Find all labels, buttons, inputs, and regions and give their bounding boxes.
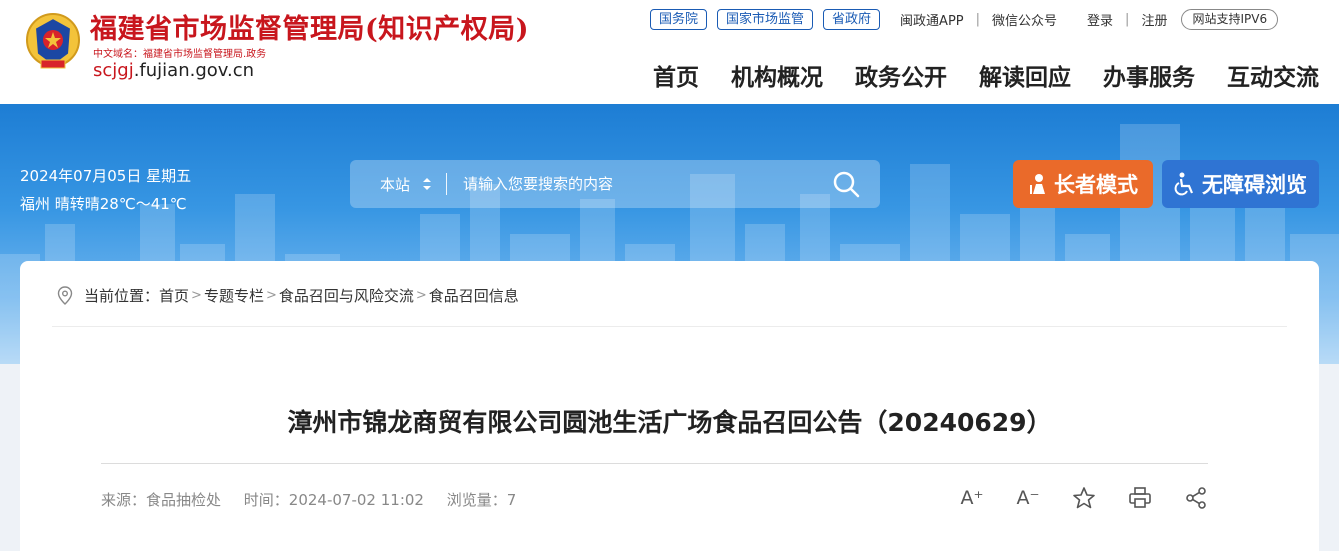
breadcrumb-separator: > [415,288,427,303]
wheelchair-icon [1174,172,1194,196]
register-link[interactable]: 注册 [1141,10,1167,29]
login-link[interactable]: 登录 [1087,10,1113,29]
breadcrumb-food-recall-info[interactable]: 食品召回信息 [429,285,519,306]
search-input[interactable] [461,174,802,194]
article-time: 时间：2024-07-02 11:02 [243,491,424,509]
breadcrumb-food-recall-risk[interactable]: 食品召回与风险交流 [279,285,414,306]
english-domain: scjgj.fujian.gov.cn [93,60,254,81]
breadcrumb-separator: > [265,288,277,303]
article-views: 浏览量：7 [446,491,517,509]
print-icon[interactable] [1127,485,1153,511]
divider [52,326,1287,327]
site-name[interactable]: 福建省市场监督管理局(知识产权局) [90,7,529,46]
ipv6-badge: 网站支持IPV6 [1181,8,1279,30]
market-supervision-emblem-icon [26,13,80,69]
link-state-council[interactable]: 国务院 [650,8,708,30]
search-bar: 本站 [350,160,880,208]
chinese-domain: 中文域名：福建省市场监督管理局.政务 [93,49,267,60]
breadcrumb-special-topics[interactable]: 专题专栏 [204,285,264,306]
domain-prefix: scjgj [93,60,134,81]
breadcrumb-home[interactable]: 首页 [159,285,189,306]
link-wechat[interactable]: 微信公众号 [992,10,1057,29]
article-title: 漳州市锦龙商贸有限公司圆池生活广场食品召回公告（20240629） [287,407,1052,437]
accessible-browse-button[interactable]: 无障碍浏览 [1162,160,1319,208]
share-icon[interactable] [1183,485,1209,511]
article-tools: A⁺ A⁻ [929,485,1209,511]
search-scope-select[interactable]: 本站 [380,174,410,195]
sort-arrows-icon[interactable] [422,177,432,191]
breadcrumb-label: 当前位置： [84,287,160,305]
separator: | [975,11,981,27]
nav-interaction[interactable]: 互动交流 [1227,58,1319,92]
article-meta: 来源：食品抽检处 时间：2024-07-02 11:02 浏览量：7 [101,489,534,510]
nav-interpretation[interactable]: 解读回应 [979,58,1071,92]
link-province-gov[interactable]: 省政府 [823,8,881,30]
article-source: 来源：食品抽检处 [101,491,222,509]
font-larger-button[interactable]: A⁺ [959,485,985,511]
domain-suffix: .fujian.gov.cn [133,60,255,81]
weather-info: 福州 晴转晴28℃～41℃ [20,195,187,213]
site-header: 福建省市场监督管理局(知识产权局) 中文域名：福建省市场监督管理局.政务 scj… [0,0,1339,104]
link-mzt-app[interactable]: 闽政通APP [900,10,964,29]
nav-gov-info[interactable]: 政务公开 [855,58,947,92]
font-smaller-button[interactable]: A⁻ [1015,485,1041,511]
search-icon[interactable] [832,170,860,198]
current-date: 2024年07月05日 星期五 [20,167,192,185]
main-nav: 首页 机构概况 政务公开 解读回应 办事服务 互动交流 [653,58,1319,92]
elder-icon [1030,174,1045,194]
divider [101,463,1208,464]
date-weather: 2024年07月05日 星期五 福州 晴转晴28℃～41℃ [20,162,191,218]
separator: | [1125,11,1130,27]
star-icon[interactable] [1071,485,1097,511]
breadcrumb: 当前位置： 首页 > 专题专栏 > 食品召回与风险交流 > 食品召回信息 [56,285,519,306]
top-links: 国务院 国家市场监管 省政府 闽政通APP | 微信公众号 登录 | 注册 网站… [650,8,1279,30]
nav-home[interactable]: 首页 [653,58,699,92]
accessible-browse-label: 无障碍浏览 [1202,173,1307,197]
search-divider [446,173,448,195]
elder-mode-button[interactable]: 长者模式 [1013,160,1153,208]
breadcrumb-separator: > [191,288,202,303]
link-samr[interactable]: 国家市场监管 [717,8,814,30]
nav-about[interactable]: 机构概况 [731,58,823,92]
article-card: 当前位置： 首页 > 专题专栏 > 食品召回与风险交流 > 食品召回信息 漳州市… [20,261,1319,551]
elder-mode-label: 长者模式 [1054,173,1138,197]
location-pin-icon [57,285,73,305]
nav-services[interactable]: 办事服务 [1103,58,1195,92]
